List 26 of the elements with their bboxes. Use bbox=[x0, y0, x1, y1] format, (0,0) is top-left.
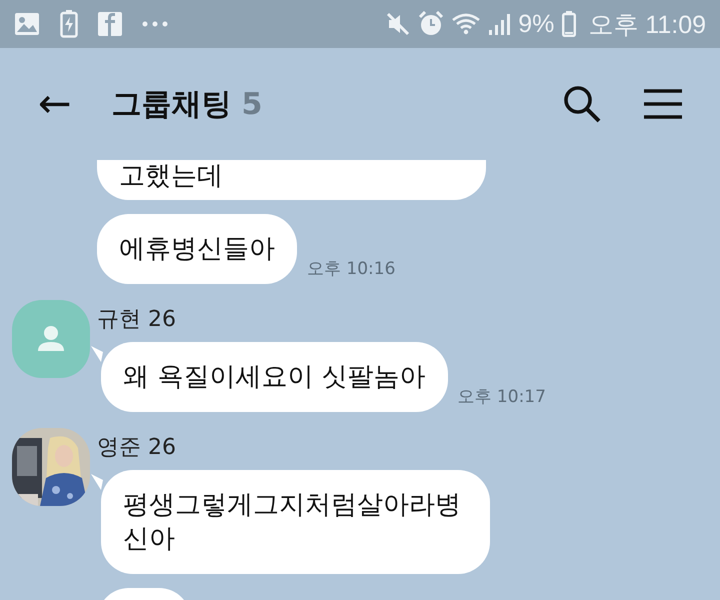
chat-title: 그룹채팅 bbox=[112, 86, 232, 124]
battery-icon bbox=[562, 11, 576, 37]
menu-icon[interactable] bbox=[644, 88, 682, 120]
back-button[interactable]: ← bbox=[38, 84, 72, 124]
member-count: 5 bbox=[242, 86, 262, 122]
message-bubble: 왜 욕질이세요이 싯팔놈아 bbox=[101, 342, 448, 412]
clock: 오후 11:09 bbox=[588, 10, 706, 40]
battery-percent: 9% bbox=[518, 10, 554, 38]
alarm-icon bbox=[418, 11, 444, 37]
message-bubble: 고했는데 bbox=[97, 160, 486, 200]
message-time: 오후 10:17 bbox=[458, 386, 546, 408]
wifi-icon bbox=[452, 13, 480, 35]
bubble-tail bbox=[91, 346, 103, 362]
signal-icon bbox=[488, 13, 510, 35]
more-notifications-icon bbox=[142, 21, 168, 27]
message-bubble: 에휴병신들아 bbox=[97, 214, 297, 284]
sender-name: 영준 26 bbox=[97, 434, 177, 462]
message-time: 오후 10:16 bbox=[307, 258, 396, 280]
app-notification-icon bbox=[98, 12, 122, 36]
gallery-icon bbox=[14, 12, 40, 36]
bubble-tail bbox=[91, 474, 103, 490]
search-icon[interactable] bbox=[562, 84, 602, 124]
sender-name: 규현 26 bbox=[97, 306, 177, 334]
mute-icon bbox=[386, 12, 410, 36]
battery-charging-icon bbox=[60, 10, 78, 38]
message-bubble: 평생그렇게그지처럼살아라병신아 bbox=[101, 470, 490, 574]
